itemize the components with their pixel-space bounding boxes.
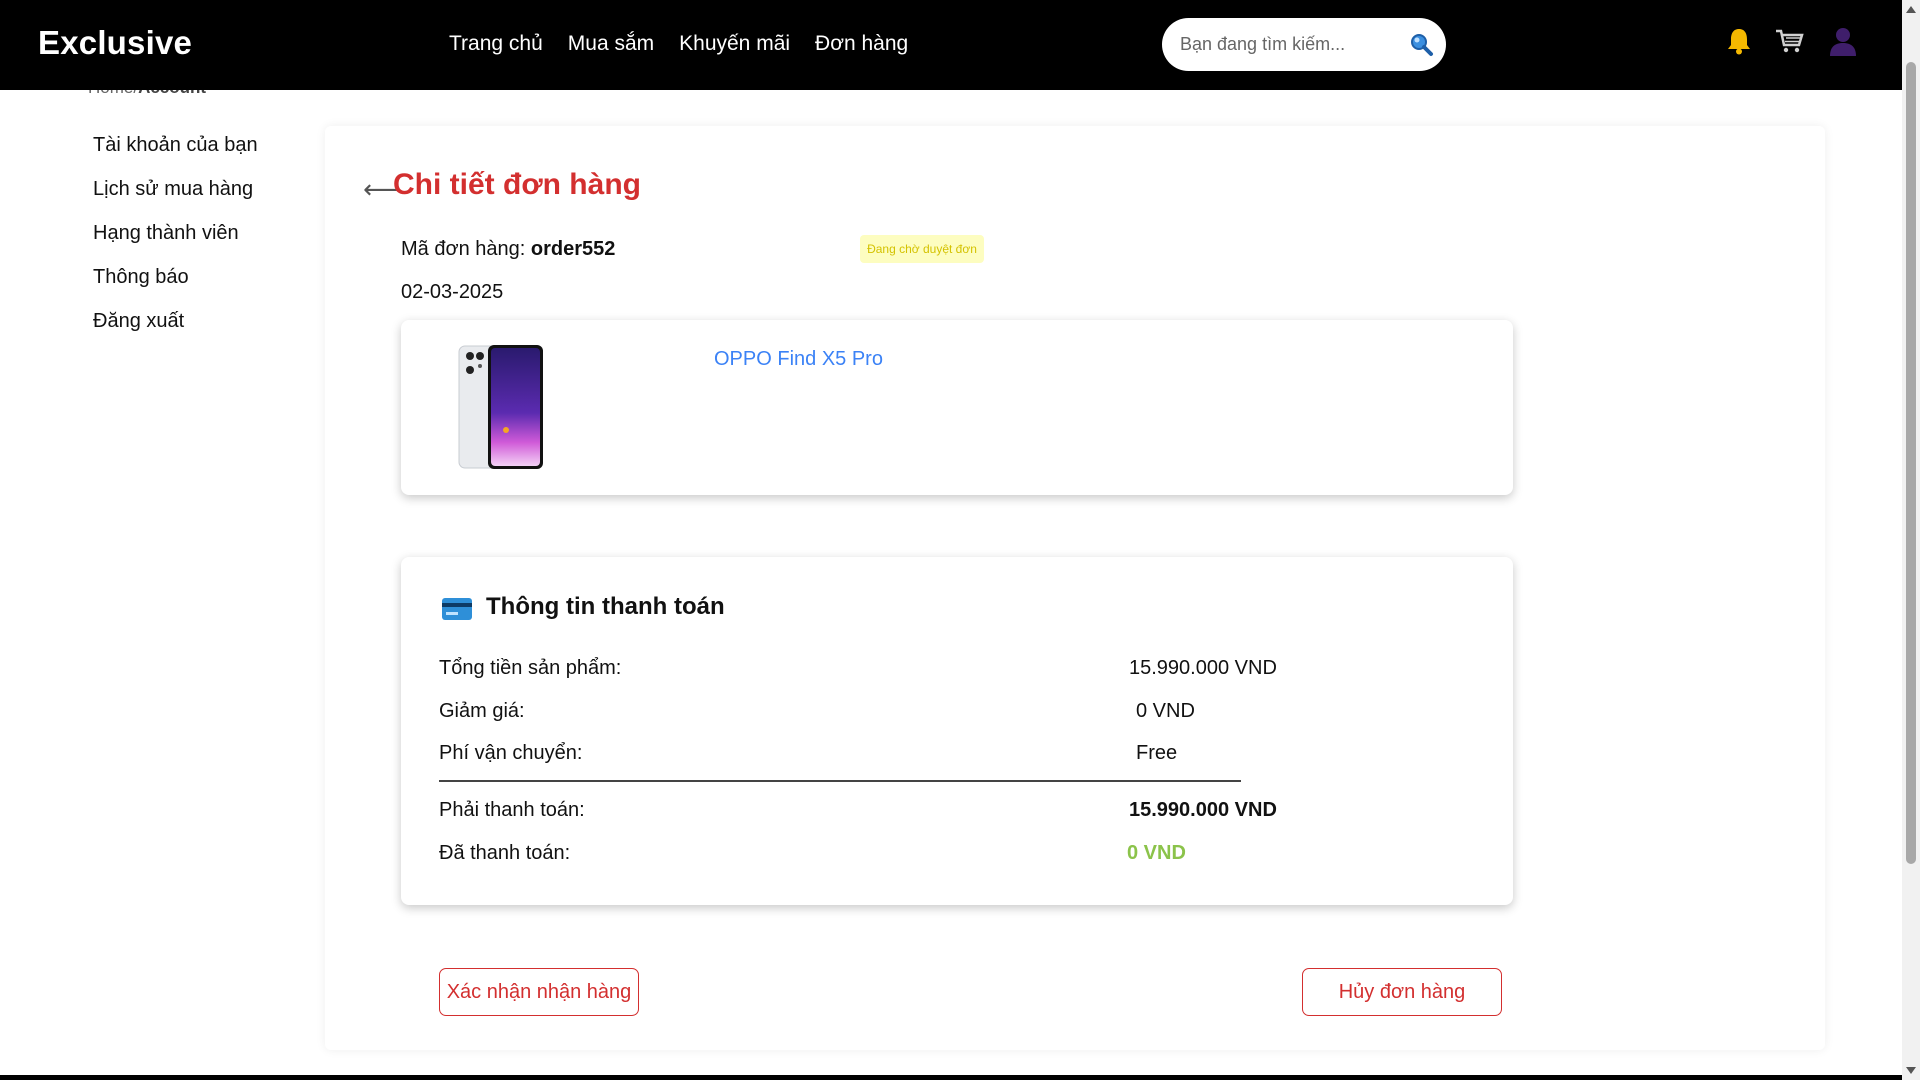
discount-label: Giảm giá:	[439, 700, 525, 722]
subtotal-label: Tổng tiền sản phẩm:	[439, 657, 622, 679]
subtotal-value: 15.990.000 VND	[1129, 657, 1277, 679]
account-sidebar: Tài khoản của bạn Lịch sử mua hàng Hạng …	[93, 130, 258, 350]
paid-value: 0 VND	[1127, 842, 1186, 864]
shipping-value: Free	[1136, 742, 1178, 764]
payment-divider	[439, 780, 1241, 782]
cart-icon[interactable]	[1772, 24, 1806, 58]
sidebar-item-membership[interactable]: Hạng thành viên	[93, 218, 258, 262]
bell-icon[interactable]	[1722, 24, 1756, 58]
main-nav: Trang chủ Mua sắm Khuyến mãi Đơn hàng	[449, 32, 908, 56]
payment-title: Thông tin thanh toán	[486, 593, 725, 620]
product-card: OPPO Find X5 Pro	[401, 320, 1513, 495]
search-icon[interactable]	[1409, 32, 1435, 58]
total-label: Phải thanh toán:	[439, 799, 585, 821]
sidebar-item-notifications[interactable]: Thông báo	[93, 262, 258, 306]
page-title: Chi tiết đơn hàng	[393, 168, 641, 201]
sidebar-item-account[interactable]: Tài khoản của bạn	[93, 130, 258, 174]
total-value: 15.990.000 VND	[1129, 799, 1277, 821]
sidebar-item-purchase-history[interactable]: Lịch sử mua hàng	[93, 174, 258, 218]
shipping-label: Phí vận chuyển:	[439, 742, 583, 764]
product-image[interactable]	[456, 344, 546, 470]
footer-edge	[0, 1075, 1902, 1080]
brand-logo[interactable]: Exclusive	[38, 24, 192, 62]
nav-promotions[interactable]: Khuyến mãi	[679, 32, 790, 56]
order-id: Mã đơn hàng: order552	[401, 238, 615, 261]
nav-shop[interactable]: Mua sắm	[568, 32, 654, 56]
product-name-link[interactable]: OPPO Find X5 Pro	[714, 348, 883, 371]
cancel-order-button[interactable]: Hủy đơn hàng	[1302, 968, 1502, 1016]
nav-orders[interactable]: Đơn hàng	[815, 32, 908, 56]
nav-home[interactable]: Trang chủ	[449, 32, 543, 56]
scroll-up-arrow-icon[interactable]	[1906, 6, 1916, 13]
user-avatar-icon[interactable]	[1826, 24, 1860, 58]
scrollbar-thumb[interactable]	[1906, 62, 1916, 864]
discount-value: 0 VND	[1136, 700, 1195, 722]
top-navbar: Exclusive Trang chủ Mua sắm Khuyến mãi Đ…	[0, 0, 1902, 90]
order-date: 02-03-2025	[401, 281, 504, 303]
search-box	[1162, 18, 1446, 71]
search-input[interactable]	[1180, 30, 1395, 58]
page-scrollbar[interactable]	[1902, 0, 1920, 1080]
order-id-value: order552	[530, 238, 616, 260]
confirm-received-button[interactable]: Xác nhận nhận hàng	[439, 968, 639, 1016]
paid-label: Đã thanh toán:	[439, 842, 571, 864]
order-id-label: Mã đơn hàng:	[401, 238, 531, 260]
sidebar-item-logout[interactable]: Đăng xuất	[93, 306, 258, 350]
status-badge: Đang chờ duyệt đơn	[860, 235, 984, 263]
payment-info-card: Thông tin thanh toán Tổng tiền sản phẩm:…	[401, 557, 1513, 905]
credit-card-icon	[441, 597, 473, 621]
scroll-down-arrow-icon[interactable]	[1906, 1067, 1916, 1074]
